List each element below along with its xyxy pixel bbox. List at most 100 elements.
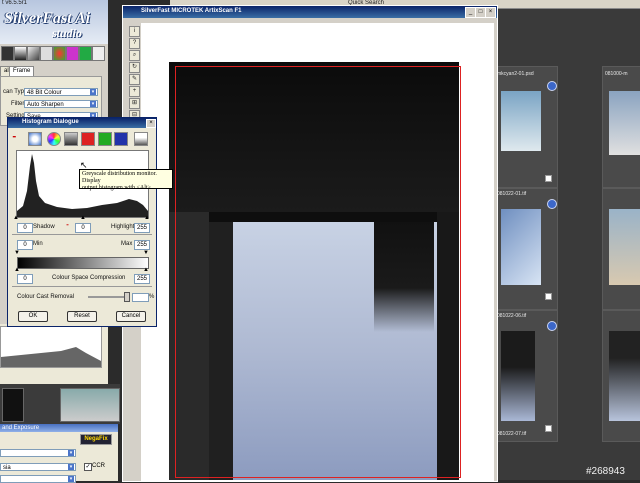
selective-color-icon[interactable] xyxy=(40,46,53,61)
max-input[interactable]: 255 xyxy=(134,240,150,250)
thumbnail-cell[interactable] xyxy=(602,310,640,442)
scan-type-select[interactable]: 48 Bit Colour xyxy=(24,88,98,96)
min-input[interactable]: 0 xyxy=(17,240,33,250)
reset-button[interactable]: Reset xyxy=(67,311,97,322)
thumbnail-image xyxy=(609,331,640,421)
thumbnail-image xyxy=(501,91,541,151)
preview-titlebar[interactable]: SilverFast MICROTEK ArtixScan F1 _ □ × xyxy=(123,6,497,18)
close-button[interactable]: × xyxy=(485,7,496,18)
thumbnail-image xyxy=(609,91,640,155)
tooltip-line: output histogram with <Alt> xyxy=(82,185,151,191)
thumbnail-image xyxy=(609,209,640,285)
cast-removal-input[interactable] xyxy=(132,293,149,302)
badge-icon xyxy=(547,81,557,91)
output-slider-icon[interactable]: ▲ xyxy=(14,267,20,273)
shadow-label: Shadow xyxy=(33,224,55,230)
badge-icon xyxy=(547,199,557,209)
thumbnail-cell[interactable] xyxy=(602,188,640,310)
percent-label: % xyxy=(149,294,155,300)
tab-frame[interactable]: Frame xyxy=(9,66,35,76)
select-checkbox[interactable] xyxy=(545,175,552,182)
version-label: t v6.5.5r1 xyxy=(2,0,28,6)
negafix-button[interactable]: NegaFix xyxy=(80,434,112,445)
highlight-slider-icon[interactable]: ▲ xyxy=(144,215,150,221)
thumbnail-cell[interactable]: 081022-06.tif 081022-07.tif xyxy=(492,310,558,442)
black-point-icon[interactable]: ⁃ xyxy=(12,132,24,144)
color-wheel-icon[interactable] xyxy=(47,132,61,146)
silverfast-header: t v6.5.5r1 SilverFast Ai studio xyxy=(0,0,108,44)
help-tool-icon[interactable]: ? xyxy=(129,38,140,49)
highlight-input[interactable]: 255 xyxy=(134,223,150,233)
add-frame-icon[interactable]: + xyxy=(129,86,140,97)
cast-removal-track[interactable] xyxy=(88,296,126,298)
filter-select[interactable]: Auto Sharpen xyxy=(24,100,98,108)
shadow-slider-icon[interactable]: ▲ xyxy=(13,215,19,221)
thumbnail-caption: mkcyan2-01.psd xyxy=(497,71,534,77)
grey-channel-icon[interactable] xyxy=(64,132,78,146)
rotate-tool-icon[interactable]: ↻ xyxy=(129,62,140,73)
cancel-button[interactable]: Cancel xyxy=(116,311,146,322)
histogram-sliders[interactable]: ▲ ▲ ▲ xyxy=(13,215,150,221)
exposure-title: and Exposure xyxy=(0,424,118,432)
max-output-slider-icon[interactable]: ▼ xyxy=(143,250,149,256)
thumbnail-image xyxy=(501,209,541,285)
select-checkbox[interactable] xyxy=(545,425,552,432)
thumbnail-cell[interactable]: 081000-m xyxy=(602,66,640,188)
thumbnail-cell[interactable]: 081022-01.tif xyxy=(492,188,558,310)
ccr-checkbox[interactable]: ✓ xyxy=(84,463,92,471)
thumbnail-caption: 081000-m xyxy=(605,71,628,77)
divider xyxy=(12,234,152,235)
color-circle-icon[interactable] xyxy=(53,46,66,61)
file-browser-background: mkcyan2-01.psd 081022-01.tif 081022-06.t… xyxy=(490,0,640,480)
green-channel-icon[interactable] xyxy=(98,132,112,146)
silverfast-logo-sub: studio xyxy=(52,26,83,40)
badge-icon xyxy=(547,321,557,331)
gradation-icon[interactable] xyxy=(27,46,40,61)
exposure-select[interactable]: sia xyxy=(0,463,76,471)
thumbnail-caption: 081022-06.tif xyxy=(497,313,527,319)
exposure-select[interactable] xyxy=(0,475,76,483)
thumbnail-caption: 081022-07.tif xyxy=(497,431,527,437)
thumbnail-cell[interactable]: mkcyan2-01.psd xyxy=(492,66,558,188)
thumbnail-strip xyxy=(0,384,120,424)
blue-channel-icon[interactable] xyxy=(114,132,128,146)
histogram-view-icon[interactable] xyxy=(134,132,148,146)
select-checkbox[interactable] xyxy=(545,293,552,300)
frame-tool-icon[interactable]: ⊞ xyxy=(129,98,140,109)
compression-input[interactable]: 0 xyxy=(17,274,33,284)
ccr-label: CCR xyxy=(92,463,105,469)
ok-button[interactable]: OK xyxy=(18,311,48,322)
midtone-input[interactable]: 0 xyxy=(75,223,91,233)
strip-thumbnail[interactable] xyxy=(2,388,24,422)
mini-histogram xyxy=(0,326,102,368)
cast-removal-label: Colour Cast Removal xyxy=(17,294,75,300)
pen-tool-icon[interactable]: ✎ xyxy=(129,74,140,85)
cast-removal-slider[interactable] xyxy=(124,292,130,302)
output-slider-icon[interactable]: ▲ xyxy=(143,267,149,273)
tab-bar: al Frame xyxy=(0,66,100,76)
pipette-icon[interactable]: ⁃ xyxy=(66,222,69,229)
compression-max-input[interactable]: 255 xyxy=(134,274,150,284)
max-label: Max xyxy=(121,241,133,247)
midtone-slider-icon[interactable]: ▲ xyxy=(80,215,86,221)
auto-icon[interactable] xyxy=(28,132,42,146)
shadow-input[interactable]: 0 xyxy=(17,223,33,233)
exposure-select[interactable] xyxy=(0,449,76,457)
dust-tool-icon[interactable] xyxy=(92,46,105,61)
auto-adjust-icon[interactable] xyxy=(1,46,14,61)
info-tool-icon[interactable]: i xyxy=(129,26,140,37)
thumbnail-image xyxy=(501,331,535,421)
color-tool-icon[interactable] xyxy=(66,46,79,61)
histogram-titlebar[interactable]: Histogram Dialogue × xyxy=(8,118,156,128)
zoom-tool-icon[interactable]: ⌕ xyxy=(129,50,140,61)
min-output-slider-icon[interactable]: ▼ xyxy=(14,250,20,256)
scan-frame-outline[interactable] xyxy=(175,66,461,478)
histogram-icon[interactable] xyxy=(14,46,27,61)
thumbnail-caption: 081022-01.tif xyxy=(497,191,527,197)
close-button[interactable]: × xyxy=(146,119,156,128)
strip-thumbnail[interactable] xyxy=(60,388,120,422)
preview-title: SilverFast MICROTEK ArtixScan F1 xyxy=(141,8,242,14)
grain-tool-icon[interactable] xyxy=(79,46,92,61)
red-channel-icon[interactable] xyxy=(81,132,95,146)
histogram-dialog: Histogram Dialogue × ⁃ ▲ ▲ ▲ 0 Shadow ⁃ … xyxy=(7,117,157,327)
